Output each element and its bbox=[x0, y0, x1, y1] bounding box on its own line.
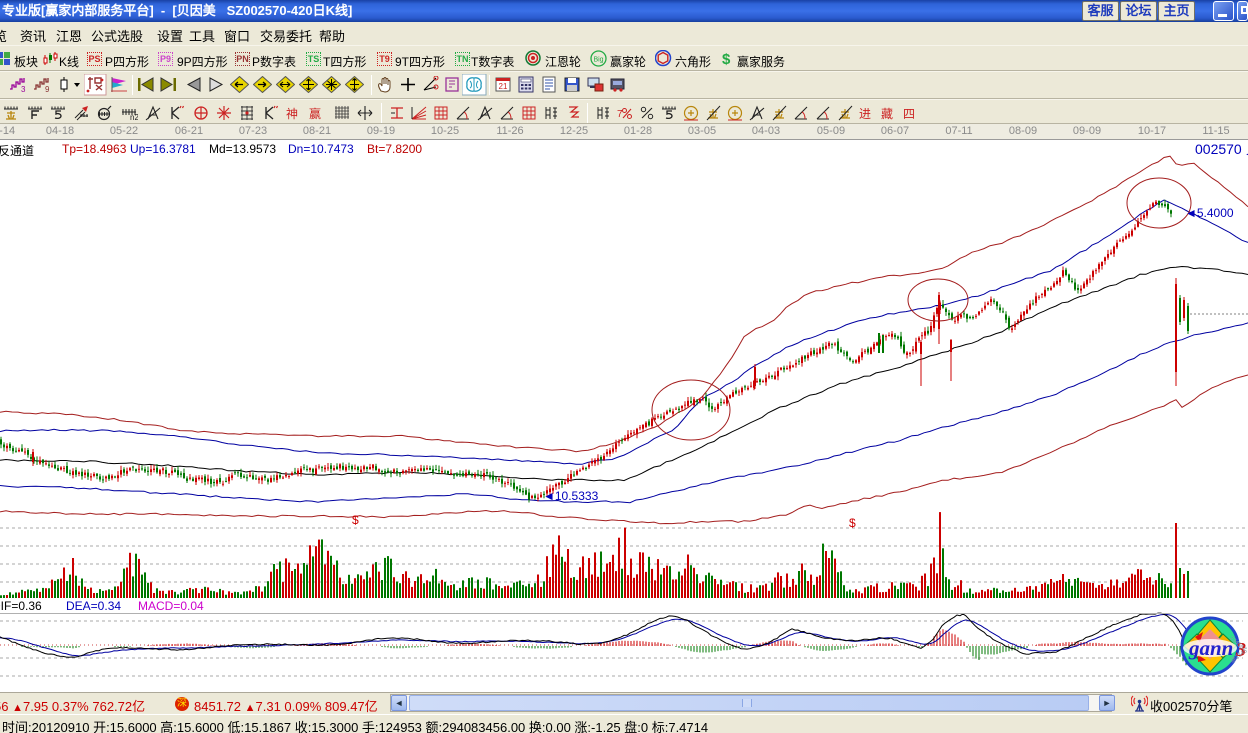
svg-text:$: $ bbox=[849, 516, 856, 530]
svg-text:赢: 赢 bbox=[309, 106, 321, 121]
svg-text:$: $ bbox=[352, 513, 359, 527]
svg-text:9: 9 bbox=[45, 85, 50, 93]
svg-text:藏: 藏 bbox=[881, 107, 893, 121]
svg-text:n2: n2 bbox=[130, 113, 138, 121]
svg-text:进: 进 bbox=[859, 107, 871, 121]
svg-text:Big: Big bbox=[593, 57, 603, 64]
svg-text:3: 3 bbox=[21, 85, 26, 93]
svg-text:神: 神 bbox=[286, 107, 298, 121]
svg-text:21: 21 bbox=[499, 82, 508, 91]
svg-text:gann: gann bbox=[1188, 636, 1233, 660]
svg-text:四: 四 bbox=[903, 107, 915, 121]
